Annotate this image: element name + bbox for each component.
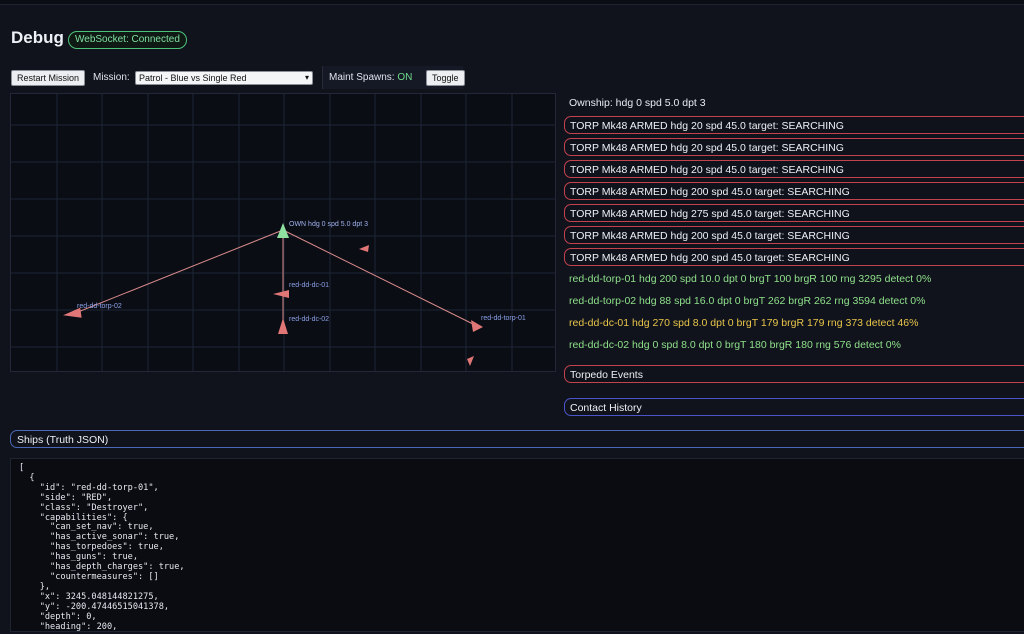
restart-mission-button[interactable]: Restart Mission [11,70,86,86]
contact-row: red-dd-torp-01 hdg 200 spd 10.0 dpt 0 br… [569,273,932,285]
contact-torp-02-label: red-dd-torp-02 [77,303,122,310]
torpedo-marker [359,245,369,252]
track-line-torp-01 [282,229,478,327]
contact-dc-01-marker [273,290,289,298]
torpedo-marker [467,356,474,366]
contact-dc-02-label: red-dd-dc-02 [289,316,329,323]
contact-dc-01-label: red-dd-dc-01 [289,282,329,289]
mission-select[interactable]: Patrol - Blue vs Single Red ▾ [135,71,313,85]
ships-json-panel[interactable]: [ { "id": "red-dd-torp-01", "side": "RED… [10,458,1024,632]
tactical-map-svg: OWN hdg 0 spd 5.0 dpt 3 red-dd-torp-02 r… [11,94,555,371]
contact-dc-02-marker [278,318,288,334]
torpedo-row: TORP Mk48 ARMED hdg 200 spd 45.0 target:… [564,182,1024,200]
top-strip [0,0,1024,5]
maint-spawns-text: Maint Spawns: [329,72,395,83]
torpedo-row: TORP Mk48 ARMED hdg 20 spd 45.0 target: … [564,138,1024,156]
chevron-down-icon: ▾ [304,73,309,82]
ships-json-text: [ { "id": "red-dd-torp-01", "side": "RED… [19,463,185,632]
ships-truth-json-toggle[interactable]: Ships (Truth JSON) [10,430,1024,448]
contact-history-toggle[interactable]: Contact History [564,398,1024,416]
contact-row: red-dd-dc-01 hdg 270 spd 8.0 dpt 0 brgT … [569,317,919,329]
torpedo-row: TORP Mk48 ARMED hdg 20 spd 45.0 target: … [564,116,1024,134]
track-line-torp-02 [72,229,284,315]
contact-row: red-dd-dc-02 hdg 0 spd 8.0 dpt 0 brgT 18… [569,339,901,351]
contact-row: red-dd-torp-02 hdg 88 spd 16.0 dpt 0 brg… [569,295,926,307]
torpedo-row: TORP Mk48 ARMED hdg 20 spd 45.0 target: … [564,160,1024,178]
websocket-status-badge: WebSocket: Connected [68,31,187,49]
ownship-marker [277,223,289,238]
torpedo-row: TORP Mk48 ARMED hdg 275 spd 45.0 target:… [564,204,1024,222]
mission-label: Mission: [93,72,130,83]
maint-spawns-label: Maint Spawns: ON [329,72,412,83]
tactical-map[interactable]: OWN hdg 0 spd 5.0 dpt 3 red-dd-torp-02 r… [10,93,556,372]
ownship-status: Ownship: hdg 0 spd 5.0 dpt 3 [569,97,706,109]
torpedo-row: TORP Mk48 ARMED hdg 200 spd 45.0 target:… [564,248,1024,266]
contact-torp-01-label: red-dd-torp-01 [481,315,526,322]
torpedo-events-toggle[interactable]: Torpedo Events [564,365,1024,383]
page-title: Debug [11,28,64,47]
maint-spawns-value: ON [397,72,413,83]
toggle-maint-button[interactable]: Toggle [426,70,465,86]
ownship-label: OWN hdg 0 spd 5.0 dpt 3 [289,221,368,228]
torpedo-row: TORP Mk48 ARMED hdg 200 spd 45.0 target:… [564,226,1024,244]
mission-select-value: Patrol - Blue vs Single Red [139,73,247,83]
